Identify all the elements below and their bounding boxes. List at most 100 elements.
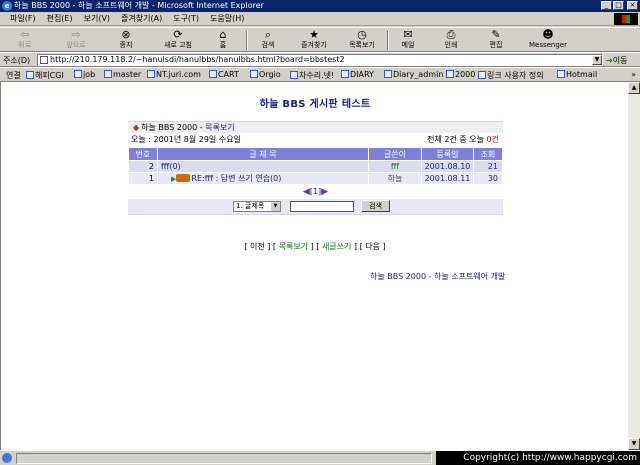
post-subject-link[interactable]: fff(0) (161, 162, 181, 171)
table-header-row: 번호 글 제 목 글쓴이 등록일 조회 (128, 147, 503, 161)
address-input[interactable]: http://210.179.118.2/~hanulsdi/hanulbbs/… (37, 54, 603, 66)
prev-page-arrow-icon[interactable]: ◀ (303, 187, 310, 197)
post-date: 2001.08.11 (421, 172, 474, 185)
link-page-icon (74, 70, 82, 78)
stop-button[interactable]: ⊗ 중지 (112, 29, 140, 52)
back-arrow-icon: ⇦ (20, 28, 30, 41)
minimize-button[interactable]: _ (601, 1, 612, 10)
mail-icon: ✉ (403, 28, 413, 41)
link-item[interactable]: Diary_admin (384, 70, 443, 79)
copyright-overlay: Copyright(c) http://www.happycgi.com (436, 451, 640, 465)
menu-edit[interactable]: 편집(E) (47, 13, 73, 24)
next-link[interactable]: [ 다음 ] (360, 242, 386, 251)
column-header-date: 등록일 (421, 147, 474, 161)
prev-link[interactable]: [ 이전 ] (244, 242, 270, 251)
address-dropdown-arrow-icon[interactable]: ▼ (592, 55, 602, 65)
search-button[interactable]: ⌕ 검색 (256, 29, 280, 52)
list-view-link[interactable]: 목록보기 (205, 123, 234, 132)
menu-bar: 파일(F) 편집(E) 보기(V) 즐겨찾기(A) 도구(T) 도움말(H) (0, 12, 640, 26)
refresh-button[interactable]: ⟳ 새로 고침 (158, 29, 198, 52)
column-header-subject: 글 제 목 (157, 147, 369, 161)
write-link[interactable]: 새글쓰기 (322, 242, 351, 251)
links-more-chevron-icon[interactable]: » (631, 70, 636, 79)
table-row: 2 fff(0) fff 2001.08.10 21 (128, 160, 503, 173)
link-item[interactable]: DIARY (341, 70, 374, 79)
menu-view[interactable]: 보기(V) (84, 13, 110, 24)
history-icon: ◷ (357, 28, 367, 41)
link-page-icon (557, 70, 565, 78)
favorites-button[interactable]: ★ 즐겨찾기 (296, 29, 332, 52)
address-url: http://210.179.118.2/~hanulsdi/hanulbbs/… (50, 55, 345, 64)
link-page-icon (250, 70, 258, 78)
windows-logo-icon (614, 13, 638, 25)
post-number: 1 (128, 172, 158, 185)
post-count: 전체 2건 중 오늘 0건 (427, 135, 499, 144)
maximize-button[interactable]: □ (613, 1, 624, 10)
footer-credit: 하늘 BBS 2000 - 하늘 소프트웨어 개발 (370, 272, 506, 281)
search-submit-button[interactable]: 검색 (361, 200, 390, 212)
messenger-button[interactable]: ☻ Messenger (526, 29, 570, 52)
search-icon: ⌕ (264, 28, 272, 41)
post-hits: 30 (473, 172, 503, 185)
favorites-star-icon: ★ (309, 28, 319, 41)
column-header-num: 번호 (128, 147, 158, 161)
link-item[interactable]: CART (209, 70, 239, 79)
next-page-arrow-icon[interactable]: ▶ (321, 187, 328, 197)
link-item[interactable]: master (104, 70, 141, 79)
links-bar: 연결 해피CGI job master NT.juri.com CART Org… (0, 67, 640, 82)
page-status-icon (2, 453, 12, 463)
edit-button[interactable]: ✎ 편집 (484, 29, 508, 52)
edit-icon: ✎ (491, 28, 501, 41)
menu-file[interactable]: 파일(F) (10, 13, 36, 24)
link-page-icon (147, 70, 155, 78)
link-page-icon (104, 70, 112, 78)
menu-favorites[interactable]: 즐겨찾기(A) (121, 13, 162, 24)
link-item[interactable]: Hotmail (557, 70, 597, 79)
link-item[interactable]: Orgio (250, 70, 281, 79)
link-item[interactable]: 해피CGI (26, 70, 64, 81)
status-text-panel (16, 453, 432, 464)
page-title: 하늘 BBS 게시판 테스트 (259, 99, 371, 110)
print-button[interactable]: ⎙ 인쇄 (440, 29, 462, 52)
search-input[interactable] (290, 201, 354, 212)
link-page-icon (384, 70, 392, 78)
go-button[interactable]: ➜이동 (606, 55, 627, 66)
list-link[interactable]: 목록보기 (279, 242, 308, 251)
pagination: ◀[1]▶ (128, 185, 503, 199)
printer-icon: ⎙ (446, 28, 456, 41)
column-header-hits: 조회 (473, 147, 503, 161)
internet-explorer-icon: e (2, 1, 12, 11)
link-item[interactable]: NT.juri.com (147, 70, 201, 79)
post-author[interactable]: 하늘 (368, 172, 422, 185)
mail-button[interactable]: ✉ 메일 (396, 29, 420, 52)
page-icon (40, 56, 48, 64)
search-field-select[interactable]: 1. 글제목 ▼ (233, 201, 281, 212)
link-item[interactable]: 링크 사용자 정의 (478, 70, 544, 81)
search-bar: 1. 글제목 ▼ 검색 (128, 199, 503, 215)
page-number-link[interactable]: [1] (310, 187, 321, 196)
link-item[interactable]: 2000 (446, 70, 475, 79)
address-bar: 주소(D) http://210.179.118.2/~hanulsdi/han… (0, 52, 640, 67)
history-button[interactable]: ◷ 목록보기 (343, 29, 381, 52)
post-author[interactable]: fff (368, 160, 422, 173)
link-item[interactable]: job (74, 70, 95, 79)
toolbar-separator (387, 31, 389, 50)
board-navigation: [ 이전 ] [ 목록보기 ] [ 새글쓰기 ] [ 다음 ] (244, 242, 386, 251)
address-label: 주소(D) (3, 56, 31, 65)
scroll-down-arrow-icon[interactable]: ▼ (628, 438, 640, 450)
link-page-icon (478, 71, 486, 79)
link-item[interactable]: 차수리.넷! (290, 70, 334, 81)
close-button[interactable]: × (627, 1, 638, 10)
forward-button[interactable]: ⇨ 앞으로 (56, 29, 96, 52)
back-button[interactable]: ⇦ 뒤로 (8, 29, 42, 52)
menu-help[interactable]: 도움말(H) (210, 13, 244, 24)
post-date: 2001.08.10 (421, 160, 474, 173)
post-subject-cell: ▶ RE:fff : 답변 쓰기 연습(0) (157, 172, 369, 185)
home-button[interactable]: ⌂ 홈 (214, 29, 232, 52)
vertical-scrollbar[interactable]: ▲ ▼ (628, 82, 640, 450)
board-info-row: 오늘 : 2001년 8월 29일 수요일 전체 2건 중 오늘 0건 (128, 133, 503, 147)
menu-tools[interactable]: 도구(T) (173, 13, 199, 24)
window-title-bar: e 하늘 BBS 2000 - 하늘 소프트웨어 개발 - Microsoft … (0, 0, 640, 12)
post-subject-link[interactable]: RE:fff : 답변 쓰기 연습(0) (191, 174, 281, 183)
scroll-up-arrow-icon[interactable]: ▲ (628, 82, 640, 94)
